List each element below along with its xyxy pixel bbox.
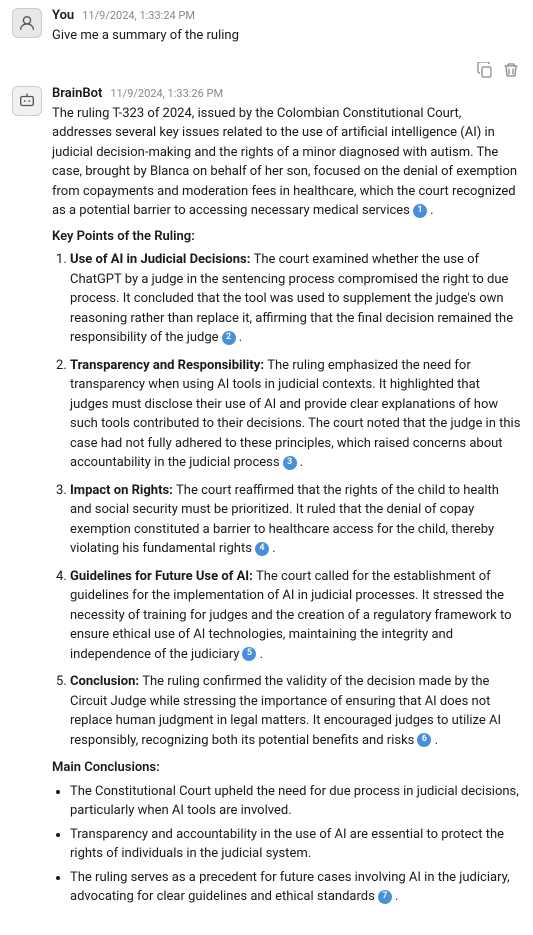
list-item: The Constitutional Court upheld the need… xyxy=(70,782,521,821)
copy-icon xyxy=(477,62,493,78)
point-2-title: Transparency and Responsibility: xyxy=(70,358,267,373)
conclusion-3: The ruling serves as a precedent for fut… xyxy=(70,870,510,905)
user-name: You xyxy=(52,8,74,23)
chat-container: You 11/9/2024, 1:33:24 PM Give me a summ… xyxy=(0,0,533,935)
copy-button[interactable] xyxy=(475,60,495,82)
trash-icon xyxy=(503,62,519,78)
list-item: Guidelines for Future Use of AI: The cou… xyxy=(70,567,521,665)
user-icon xyxy=(18,14,36,32)
delete-button[interactable] xyxy=(501,60,521,82)
message-actions xyxy=(12,60,521,82)
conclusions-title: Main Conclusions: xyxy=(52,758,521,778)
bot-message-content: BrainBot 11/9/2024, 1:33:26 PM The rulin… xyxy=(52,86,521,913)
bot-avatar xyxy=(12,86,42,116)
user-message-header: You 11/9/2024, 1:33:24 PM xyxy=(52,8,521,23)
bot-icon xyxy=(18,92,36,110)
conclusion-2: Transparency and accountability in the u… xyxy=(70,827,504,862)
bot-timestamp: 11/9/2024, 1:33:26 PM xyxy=(110,87,223,100)
footnote-7: 7 xyxy=(378,890,392,904)
point-2-text: The ruling emphasized the need for trans… xyxy=(70,358,520,471)
list-item: Use of AI in Judicial Decisions: The cou… xyxy=(70,250,521,348)
list-item: Impact on Rights: The court reaffirmed t… xyxy=(70,481,521,559)
footnote-3: 3 xyxy=(283,456,297,470)
footnote-4: 4 xyxy=(255,542,269,556)
conclusion-1: The Constitutional Court upheld the need… xyxy=(70,784,519,819)
point-4-title: Guidelines for Future Use of AI: xyxy=(70,569,256,584)
footnote-6: 6 xyxy=(417,733,431,747)
user-message-text: Give me a summary of the ruling xyxy=(52,26,521,46)
list-item: Transparency and accountability in the u… xyxy=(70,825,521,864)
footnote-2: 2 xyxy=(222,331,236,345)
bot-name: BrainBot xyxy=(52,86,102,101)
user-message-row: You 11/9/2024, 1:33:24 PM Give me a summ… xyxy=(12,8,521,46)
footnote-5: 5 xyxy=(242,647,256,661)
list-item: Transparency and Responsibility: The rul… xyxy=(70,356,521,473)
user-timestamp: 11/9/2024, 1:33:24 PM xyxy=(82,9,195,22)
footnote-1: 1 xyxy=(413,204,427,218)
point-1-title: Use of AI in Judicial Decisions: xyxy=(70,252,254,267)
bot-message-header: BrainBot 11/9/2024, 1:33:26 PM xyxy=(52,86,521,101)
key-points-title: Key Points of the Ruling: xyxy=(52,227,521,247)
key-points-list: Use of AI in Judicial Decisions: The cou… xyxy=(52,250,521,750)
bot-intro: The ruling T-323 of 2024, issued by the … xyxy=(52,104,521,221)
conclusions-list: The Constitutional Court upheld the need… xyxy=(52,782,521,907)
user-message-content: You 11/9/2024, 1:33:24 PM Give me a summ… xyxy=(52,8,521,46)
point-5-title: Conclusion: xyxy=(70,674,142,689)
bot-message-text: The ruling T-323 of 2024, issued by the … xyxy=(52,104,521,907)
list-item: The ruling serves as a precedent for fut… xyxy=(70,868,521,907)
point-3-title: Impact on Rights: xyxy=(70,483,176,498)
bot-message-row: BrainBot 11/9/2024, 1:33:26 PM The rulin… xyxy=(12,86,521,913)
list-item: Conclusion: The ruling confirmed the val… xyxy=(70,672,521,750)
user-avatar xyxy=(12,8,42,38)
